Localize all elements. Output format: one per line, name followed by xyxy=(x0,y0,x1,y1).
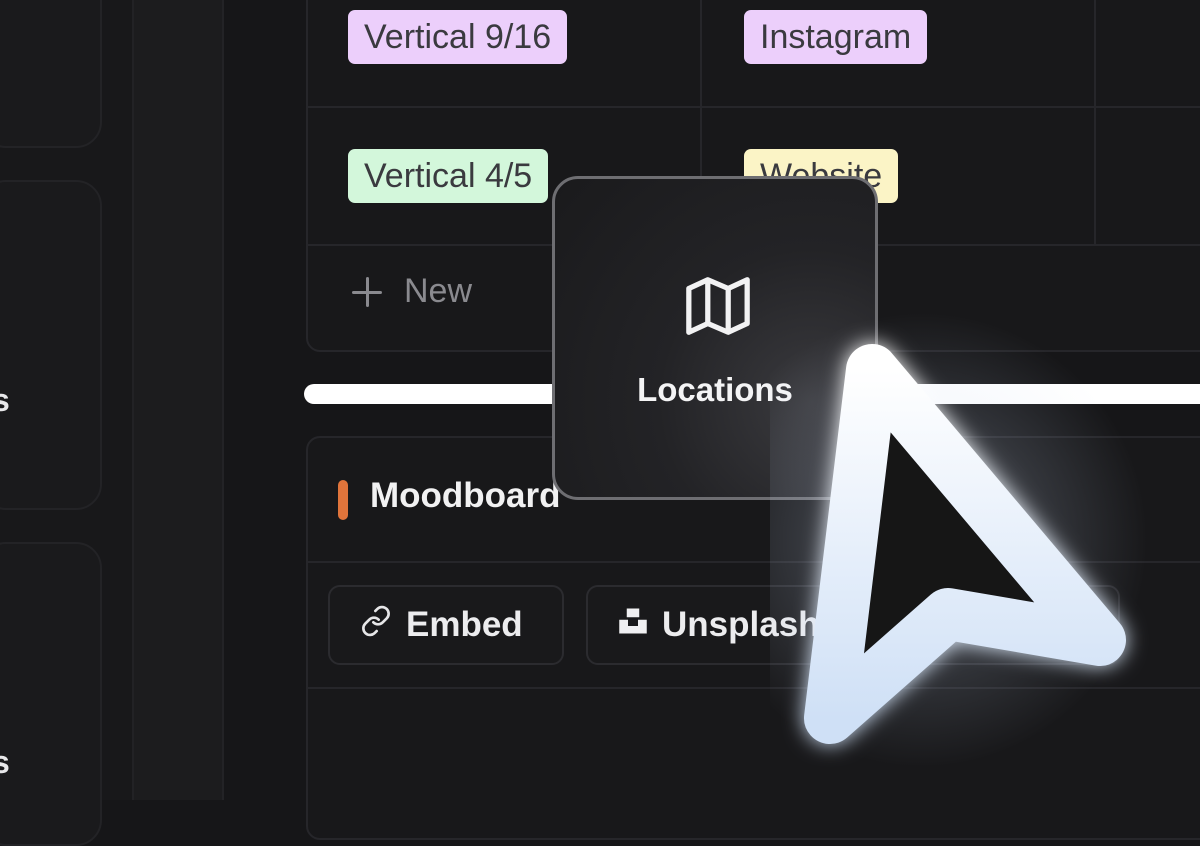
cursor-arrow-icon xyxy=(804,344,1126,744)
